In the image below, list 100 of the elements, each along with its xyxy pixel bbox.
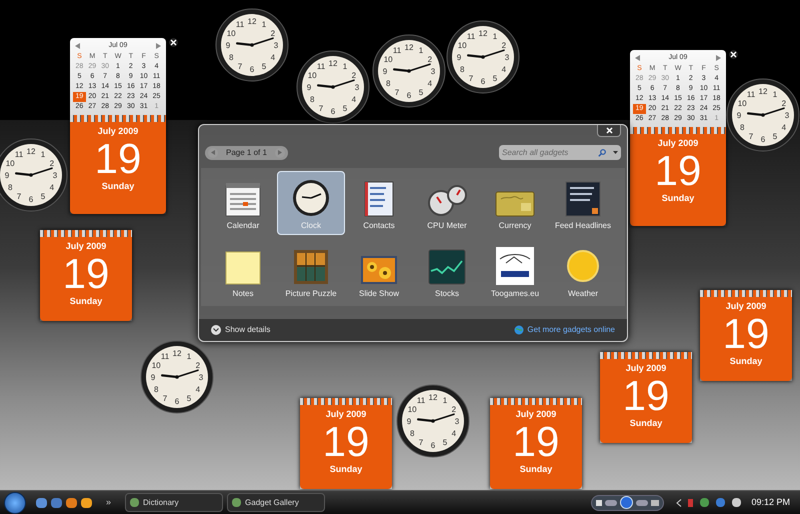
dropdown-caret-icon[interactable] xyxy=(609,145,621,160)
clock-numeral: 3 xyxy=(52,171,58,180)
clock-numeral: 12 xyxy=(428,393,438,402)
page-label: Page 1 of 1 xyxy=(226,146,267,158)
day-number: 19 xyxy=(322,420,370,464)
clock-numeral: 10 xyxy=(458,41,467,50)
clock-numeral: 6 xyxy=(406,91,412,100)
clock-numeral: 8 xyxy=(740,123,744,132)
clock-numeral: 4 xyxy=(428,79,432,88)
taskbar-button[interactable]: Dictionary xyxy=(125,493,224,512)
clock-numeral: 1 xyxy=(186,352,192,362)
gadget-tile[interactable]: Weather xyxy=(549,239,617,303)
gadget-label: Picture Puzzle xyxy=(285,289,337,299)
clock-numeral: 5 xyxy=(342,104,348,113)
clock-numeral: 1 xyxy=(772,90,778,100)
slideshow-icon xyxy=(360,255,398,285)
clock-hands xyxy=(393,63,431,73)
clock-numeral: 4 xyxy=(50,183,54,192)
chevron-down-icon xyxy=(211,325,221,335)
clock-numeral: 11 xyxy=(160,352,170,362)
taskbar-button[interactable]: Gadget Gallery xyxy=(227,493,326,512)
clock-numeral: 11 xyxy=(466,32,476,42)
gadget-tile[interactable]: Calendar xyxy=(209,171,277,235)
clock-numeral: 3 xyxy=(274,41,278,50)
clock-numeral: 8 xyxy=(310,95,314,104)
previous-arrow-icon[interactable] xyxy=(75,42,80,48)
next-arrow-icon[interactable] xyxy=(716,54,721,60)
clock-numeral: 12 xyxy=(404,43,414,52)
clock-hands xyxy=(236,37,274,47)
clock-numeral: 10 xyxy=(384,55,393,64)
gadget-tile[interactable]: Notes xyxy=(209,239,277,303)
clock-numeral: 6 xyxy=(330,107,336,116)
clock-numeral: 3 xyxy=(430,67,436,76)
clock-numeral: 9 xyxy=(456,53,462,62)
gadget-tile[interactable]: Toogames.eu xyxy=(481,239,549,303)
clock-numeral: 6 xyxy=(28,195,34,204)
clock-numeral: 12 xyxy=(248,17,256,26)
gadget-tile[interactable]: Contacts xyxy=(345,171,413,235)
clock-numeral: 9 xyxy=(736,111,742,120)
clock-numeral: 11 xyxy=(316,62,326,72)
gadget-tile[interactable]: Slide Show xyxy=(345,239,413,303)
clock-numeral: 10 xyxy=(6,159,15,168)
clock-numeral: 5 xyxy=(186,394,192,403)
previous-arrow-icon[interactable] xyxy=(635,54,640,60)
gadget-label: Clock xyxy=(300,221,321,231)
clock-numeral: 9 xyxy=(382,67,388,76)
clock-numeral: 3 xyxy=(454,417,460,426)
weekday-label: Sunday xyxy=(520,464,552,476)
meter-icon xyxy=(427,185,467,217)
notes-icon xyxy=(225,251,261,285)
close-icon xyxy=(606,127,612,134)
clock-numeral: 2 xyxy=(50,159,54,168)
online-gadgets-link[interactable]: Get more gadgets online xyxy=(527,324,615,336)
search-field[interactable]: Search all gadgets xyxy=(499,145,595,160)
clock-numeral: 6 xyxy=(430,441,436,450)
next-arrow-icon[interactable] xyxy=(156,42,161,48)
clock-numeral: 11 xyxy=(14,150,24,160)
close-icon[interactable] xyxy=(169,38,178,47)
clock-time[interactable]: 09:12 PM xyxy=(751,496,790,510)
clock-numeral: 8 xyxy=(386,79,390,88)
clock-numeral: 2 xyxy=(196,361,200,370)
clock-numeral: 10 xyxy=(226,29,236,38)
right-arrow-icon xyxy=(278,150,282,155)
clock-numeral: 12 xyxy=(478,29,488,38)
gadget-label: Feed Headlines xyxy=(554,221,612,231)
month-year-label: July 2009 xyxy=(726,301,766,312)
feed-icon xyxy=(565,181,601,217)
gadget-tile[interactable]: Stocks xyxy=(413,239,481,303)
clock-numeral: 10 xyxy=(152,361,161,370)
clock-numeral: 4 xyxy=(270,53,276,62)
clock-numeral: 4 xyxy=(452,429,456,438)
clock-numeral: 5 xyxy=(772,132,778,141)
start-button[interactable] xyxy=(4,492,26,514)
clock-numeral: 6 xyxy=(250,65,254,74)
gadget-tile[interactable]: CPU Meter xyxy=(413,171,481,235)
close-icon[interactable] xyxy=(729,50,738,59)
more-button[interactable]: » xyxy=(106,496,112,510)
weekday-label: Sunday xyxy=(730,356,762,368)
clock-numeral: 9 xyxy=(226,41,230,50)
gadget-label: Stocks xyxy=(434,289,459,299)
stop-icon[interactable] xyxy=(596,500,602,506)
clock-numeral: 2 xyxy=(452,405,456,414)
chevron-left-icon[interactable] xyxy=(676,498,682,506)
clock-numeral: 2 xyxy=(352,71,356,80)
gadget-tile[interactable]: Currency xyxy=(481,171,549,235)
pause-button[interactable] xyxy=(620,496,634,509)
clock-numeral: 7 xyxy=(394,88,400,97)
show-details-button[interactable]: Show details xyxy=(211,324,270,336)
gadget-tile[interactable]: Feed Headlines xyxy=(549,171,617,235)
clock-numeral: 12 xyxy=(26,147,36,156)
month-year-label: July 2009 xyxy=(658,138,698,150)
close-button[interactable] xyxy=(597,125,621,137)
clock-numeral: 1 xyxy=(40,150,46,160)
clock-numeral: 1 xyxy=(342,62,348,72)
gadget-label: Currency xyxy=(498,221,532,231)
clock-numeral: 5 xyxy=(492,74,498,83)
clock-numeral: 4 xyxy=(196,385,200,394)
gadget-tile[interactable]: Picture Puzzle xyxy=(277,239,345,303)
weather-icon xyxy=(564,247,602,285)
clock-numeral: 4 xyxy=(782,123,786,132)
